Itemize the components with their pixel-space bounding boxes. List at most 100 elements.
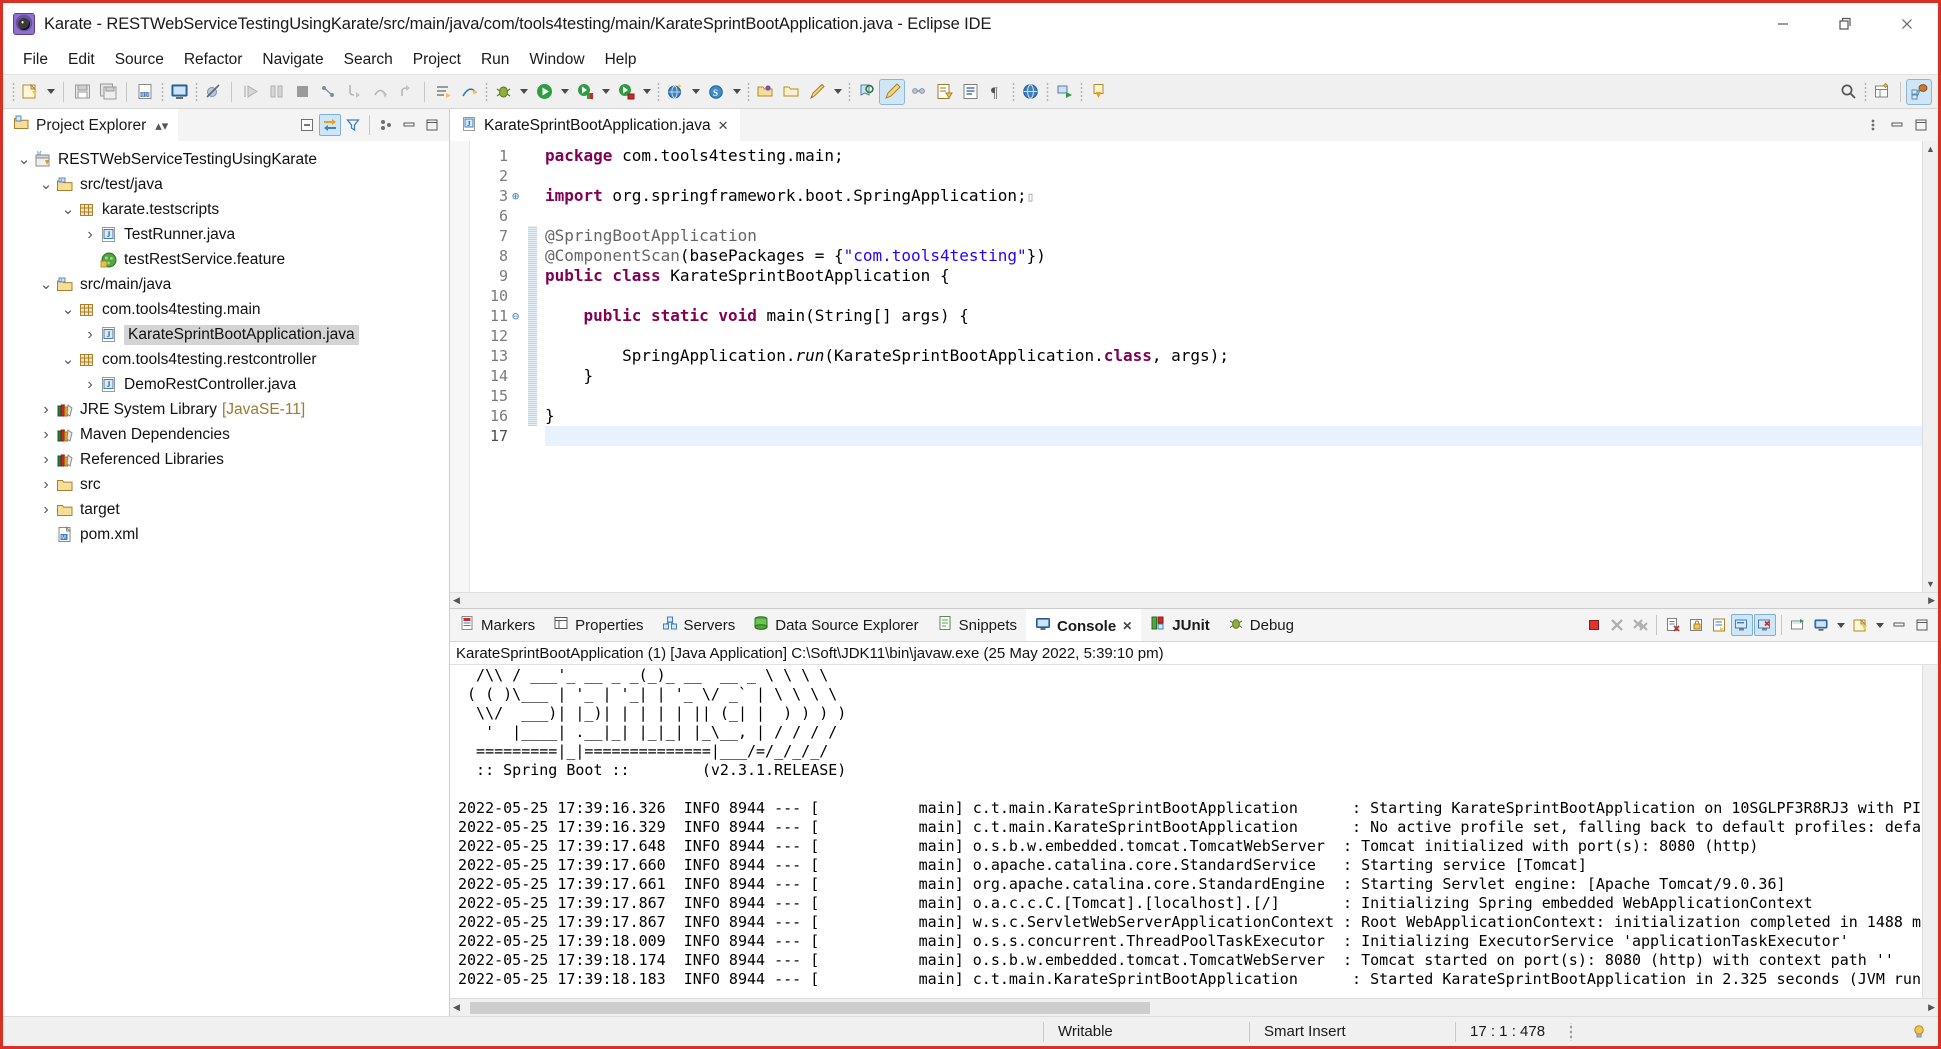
toolbar-drag-handle[interactable] — [10, 81, 16, 102]
terminate-icon[interactable] — [1583, 614, 1605, 636]
remove-all-terminated-icon[interactable] — [1629, 614, 1651, 636]
open-resource-icon[interactable] — [778, 79, 804, 105]
tab-junit[interactable]: JUnit — [1141, 609, 1219, 641]
clear-console-icon[interactable] — [1662, 614, 1684, 636]
code-line[interactable] — [545, 426, 1922, 446]
tab-debug[interactable]: Debug — [1219, 609, 1303, 641]
scroll-lock-icon[interactable] — [1685, 614, 1707, 636]
project-tree[interactable]: ⌄ M RESTWebServiceTestingUsingKarate ⌄ Jsrc/… — [3, 141, 449, 1016]
chevron-down-icon[interactable]: ⌄ — [59, 352, 77, 367]
outline-list-icon[interactable] — [957, 79, 983, 105]
status-overflow-icon[interactable] — [1567, 1022, 1576, 1041]
insert-template-icon[interactable] — [931, 79, 957, 105]
minimize-icon[interactable] — [1888, 614, 1910, 636]
chevron-right-icon[interactable]: › — [37, 476, 55, 494]
tree-item[interactable]: › Referenced Libraries — [3, 447, 449, 472]
link-with-editor-icon[interactable] — [319, 114, 341, 136]
run-dropdown-icon[interactable] — [557, 79, 572, 105]
debug-dropdown-icon[interactable] — [516, 79, 531, 105]
menu-run[interactable]: Run — [471, 48, 519, 72]
search-icon[interactable] — [1835, 79, 1861, 105]
save-icon[interactable] — [69, 79, 95, 105]
show-console-on-output-icon[interactable] — [1731, 614, 1753, 636]
chevron-right-icon[interactable]: › — [81, 326, 99, 344]
chevron-down-icon[interactable]: ⌄ — [59, 302, 77, 317]
suspend-icon[interactable] — [263, 79, 289, 105]
tree-item[interactable]: › target — [3, 497, 449, 522]
fold-marker[interactable] — [512, 246, 528, 266]
code-line[interactable]: public class KarateSprintBootApplication… — [545, 266, 1922, 286]
remove-launch-icon[interactable] — [1606, 614, 1628, 636]
run-icon[interactable] — [531, 79, 557, 105]
debug-console-icon[interactable] — [166, 79, 192, 105]
menu-search[interactable]: Search — [334, 48, 403, 72]
run-as-icon[interactable] — [1051, 79, 1077, 105]
code-line[interactable]: import org.springframework.boot.SpringAp… — [545, 186, 1922, 206]
tree-item[interactable]: › J KarateSprintBootApplication.java — [3, 322, 449, 347]
code-line[interactable]: } — [545, 406, 1922, 426]
maximize-icon[interactable] — [421, 114, 443, 136]
tree-item[interactable]: ⌄ com.tools4testing.restcontroller — [3, 347, 449, 372]
new-spring-icon[interactable]: S — [703, 79, 729, 105]
lightbulb-icon[interactable] — [1908, 1021, 1930, 1043]
web-dropdown-icon[interactable] — [688, 79, 703, 105]
word-wrap-icon[interactable] — [1708, 614, 1730, 636]
fold-marker[interactable] — [512, 166, 528, 186]
menu-navigate[interactable]: Navigate — [252, 48, 333, 72]
chevron-right-icon[interactable]: › — [37, 426, 55, 444]
new-icon[interactable] — [17, 79, 43, 105]
open-console-icon[interactable] — [1849, 614, 1871, 636]
collapse-all-icon[interactable] — [296, 114, 318, 136]
search-refs-icon[interactable] — [853, 79, 879, 105]
close-icon[interactable]: ✕ — [718, 118, 729, 134]
spring-dropdown-icon[interactable] — [729, 79, 744, 105]
console-vertical-scrollbar[interactable] — [1922, 665, 1938, 998]
display-selected-console-icon[interactable] — [1810, 614, 1832, 636]
tree-item[interactable]: ⌄ M RESTWebServiceTestingUsingKarate — [3, 147, 449, 172]
fold-marker[interactable]: ⊖ — [512, 306, 528, 326]
scroll-right-icon[interactable]: ▶ — [1928, 595, 1935, 606]
tree-item[interactable]: ›testRestService.feature — [3, 247, 449, 272]
scroll-right-icon[interactable]: ▶ — [1928, 1002, 1935, 1013]
menu-edit[interactable]: Edit — [58, 48, 105, 72]
minimize-icon[interactable] — [1886, 114, 1908, 136]
scroll-left-icon[interactable]: ◀ — [453, 595, 460, 606]
maximize-icon[interactable] — [1911, 614, 1933, 636]
tree-item[interactable]: › src — [3, 472, 449, 497]
scroll-up-icon[interactable]: ▲ — [1926, 141, 1935, 157]
view-filter-icon[interactable] — [342, 114, 364, 136]
debug-icon[interactable] — [490, 79, 516, 105]
disconnect-icon[interactable] — [315, 79, 341, 105]
resume-icon[interactable] — [237, 79, 263, 105]
save-all-icon[interactable] — [95, 79, 121, 105]
chevron-right-icon[interactable]: › — [81, 376, 99, 394]
editor-horizontal-scrollbar[interactable]: ◀ ▶ — [450, 592, 1938, 608]
tab-console[interactable]: Console ✕ — [1026, 609, 1142, 641]
show-console-on-error-icon[interactable] — [1754, 614, 1776, 636]
code-line[interactable]: SpringApplication.run(KarateSprintBootAp… — [545, 346, 1922, 366]
fold-marker[interactable] — [512, 406, 528, 426]
source-code[interactable]: package com.tools4testing.main; import or… — [537, 141, 1922, 592]
tab-karate-sprint-boot-application[interactable]: J KarateSprintBootApplication.java ✕ — [450, 109, 740, 141]
download-icon[interactable] — [1085, 79, 1111, 105]
view-menu-icon[interactable] — [375, 114, 397, 136]
tree-item[interactable]: ⌄ com.tools4testing.main — [3, 297, 449, 322]
tab-snippets[interactable]: Snippets — [928, 609, 1026, 641]
server-dropdown-icon[interactable] — [639, 79, 654, 105]
link-icon[interactable] — [905, 79, 931, 105]
editor-marker-gutter[interactable] — [450, 141, 470, 592]
java-perspective-icon[interactable] — [1906, 78, 1932, 105]
tab-servers[interactable]: Servers — [653, 609, 745, 641]
menu-source[interactable]: Source — [105, 48, 174, 72]
console-horizontal-scrollbar[interactable]: ◀ ▶ — [450, 998, 1938, 1016]
open-type-icon[interactable] — [752, 79, 778, 105]
code-line[interactable]: public static void main(String[] args) { — [545, 306, 1922, 326]
menu-project[interactable]: Project — [403, 48, 471, 72]
terminate-icon[interactable] — [289, 79, 315, 105]
code-line[interactable]: @ComponentScan(basePackages = {"com.tool… — [545, 246, 1922, 266]
coverage-dropdown-icon[interactable] — [598, 79, 613, 105]
code-line[interactable] — [545, 166, 1922, 186]
toggle-mark-occurrences-icon[interactable] — [879, 78, 905, 105]
tree-item[interactable]: › J TestRunner.java — [3, 222, 449, 247]
maximize-icon[interactable] — [1910, 114, 1932, 136]
